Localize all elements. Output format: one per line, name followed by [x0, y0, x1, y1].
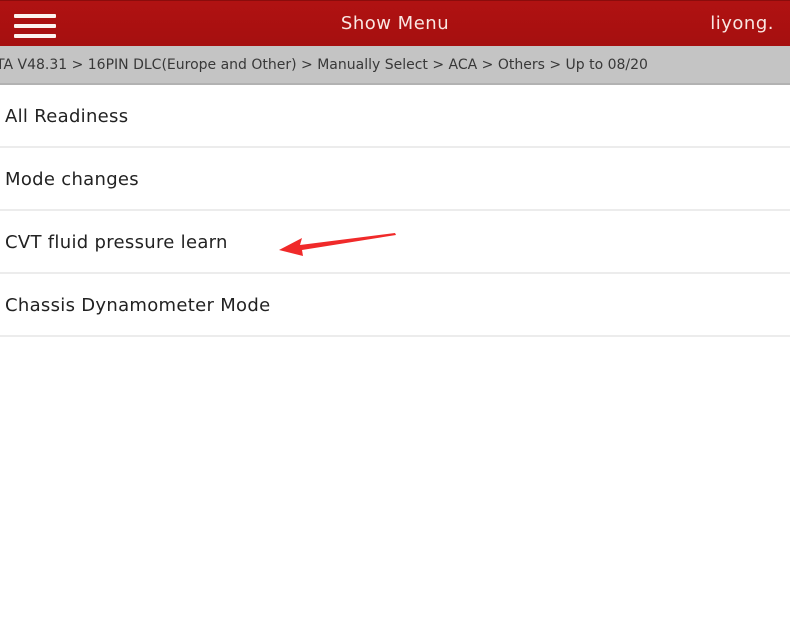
user-name: liyong.: [710, 13, 774, 34]
hamburger-menu-button[interactable]: [12, 11, 58, 41]
breadcrumb-path: TA V48.31 > 16PIN DLC(Europe and Other) …: [0, 57, 648, 73]
hamburger-menu-icon-bar: [14, 14, 56, 18]
hamburger-menu-icon-bar: [14, 34, 56, 38]
top-bar: Show Menu liyong.: [0, 0, 790, 46]
menu-list: All Readiness Mode changes CVT fluid pre…: [0, 85, 790, 337]
menu-item-all-readiness[interactable]: All Readiness: [0, 85, 790, 148]
breadcrumb: TA V48.31 > 16PIN DLC(Europe and Other) …: [0, 46, 790, 85]
menu-item-label: Mode changes: [5, 169, 139, 190]
menu-item-cvt-fluid-pressure-learn[interactable]: CVT fluid pressure learn: [0, 211, 790, 274]
menu-item-mode-changes[interactable]: Mode changes: [0, 148, 790, 211]
menu-item-label: All Readiness: [5, 106, 129, 127]
menu-item-label: CVT fluid pressure learn: [5, 232, 228, 253]
menu-item-label: Chassis Dynamometer Mode: [5, 295, 271, 316]
hamburger-menu-icon-bar: [14, 24, 56, 28]
app-window: Show Menu liyong. TA V48.31 > 16PIN DLC(…: [0, 0, 790, 639]
page-title: Show Menu: [340, 13, 450, 34]
menu-item-chassis-dynamometer-mode[interactable]: Chassis Dynamometer Mode: [0, 274, 790, 337]
